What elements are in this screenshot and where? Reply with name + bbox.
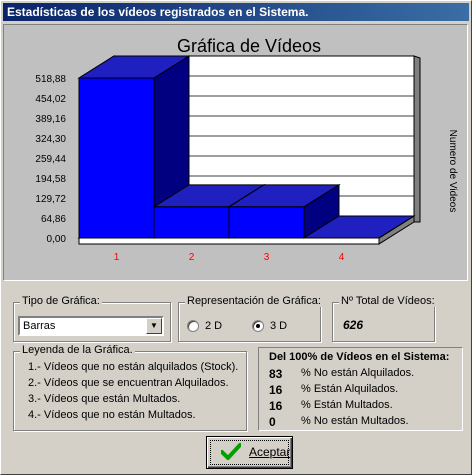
percent-value: 16 bbox=[269, 399, 283, 413]
accept-button[interactable]: Aceptar bbox=[206, 436, 293, 469]
y-tick-label: 518,88 bbox=[35, 74, 66, 85]
bar-front bbox=[78, 77, 155, 239]
y-tick-label: 454,02 bbox=[35, 94, 66, 105]
legend-group: Leyenda de la Gráfica. 1.- Vídeos que no… bbox=[13, 344, 247, 431]
bar-chart: Gráfica de Vídeos 518,88 454,02 389,16 324,3… bbox=[35, 36, 458, 263]
total-title: Nº Total de Vídeos: bbox=[339, 295, 437, 307]
representation-group: Representación de Gráfica: 2 D 3 D bbox=[178, 295, 323, 342]
percent-value: 83 bbox=[269, 367, 283, 381]
chart-title: Gráfica de Vídeos bbox=[177, 36, 321, 56]
y-tick-label: 259,44 bbox=[35, 154, 66, 165]
percent-label: % Están Multados. bbox=[301, 399, 393, 411]
chart-type-value: Barras bbox=[23, 320, 56, 332]
radio-3d[interactable]: 3 D bbox=[252, 320, 308, 334]
y-tick-label: 0,00 bbox=[47, 234, 67, 245]
chevron-down-icon[interactable]: ▼ bbox=[146, 318, 162, 334]
legend-item-4: 4.- Vídeos que no están Multados. bbox=[28, 409, 196, 421]
percentages-panel: Del 100% de Vídeos en el Sistema: 83 % N… bbox=[258, 347, 463, 431]
chart-floor-edge bbox=[78, 237, 380, 245]
chart-panel: Gráfica de Vídeos 518,88 454,02 389,16 324,3… bbox=[3, 24, 468, 281]
chart-type-group: Tipo de Gráfica: Barras ▼ bbox=[13, 295, 171, 342]
x-tick-label: 4 bbox=[339, 252, 345, 263]
x-tick-label: 1 bbox=[114, 252, 120, 263]
radio-2d[interactable]: 2 D bbox=[187, 320, 243, 334]
chart-type-title: Tipo de Gráfica: bbox=[20, 295, 102, 307]
y-axis-label: Numero de Videos bbox=[447, 130, 458, 213]
window-title: Estadísticas de los vídeos registrados e… bbox=[3, 3, 469, 21]
percent-label: % No están Multados. bbox=[301, 415, 409, 427]
accept-label-text: Aceptar bbox=[249, 445, 291, 459]
y-tick-label: 389,16 bbox=[35, 114, 66, 125]
x-tick-label: 3 bbox=[264, 252, 270, 263]
legend-title: Leyenda de la Gráfica. bbox=[20, 344, 135, 356]
percent-label: % No están Alquilados. bbox=[301, 367, 415, 379]
percent-value: 16 bbox=[269, 383, 283, 397]
representation-title: Representación de Gráfica: bbox=[185, 295, 323, 307]
chart-type-select[interactable]: Barras ▼ bbox=[18, 316, 164, 336]
legend-item-3: 3.- Vídeos que están Multados. bbox=[28, 393, 181, 405]
bar-front bbox=[153, 206, 230, 239]
radio-2d-dot[interactable] bbox=[187, 320, 199, 332]
radio-3d-label: 3 D bbox=[270, 320, 288, 332]
percentages-title: Del 100% de Vídeos en el Sistema: bbox=[269, 351, 450, 363]
chart-wall-edge bbox=[413, 55, 421, 223]
legend-item-1: 1.- Vídeos que no están alquilados (Stoc… bbox=[28, 361, 239, 373]
percent-label: % Están Alquilados. bbox=[301, 383, 399, 395]
radio-3d-dot[interactable] bbox=[252, 320, 264, 332]
main-window: Estadísticas de los vídeos registrados e… bbox=[0, 0, 472, 475]
accept-label: Aceptar bbox=[249, 445, 290, 459]
legend-item-2: 2.- Vídeos que se encuentran Alquilados. bbox=[28, 377, 229, 389]
total-group: Nº Total de Vídeos: 626 bbox=[332, 295, 437, 342]
check-icon bbox=[221, 443, 241, 460]
x-tick-label: 2 bbox=[189, 252, 195, 263]
y-tick-label: 324,30 bbox=[35, 134, 66, 145]
y-tick-label: 194,58 bbox=[35, 174, 66, 185]
bar-front bbox=[228, 206, 305, 239]
y-tick-label: 129,72 bbox=[35, 194, 66, 205]
percent-value: 0 bbox=[269, 415, 276, 429]
radio-2d-label: 2 D bbox=[205, 320, 223, 332]
total-value: 626 bbox=[343, 318, 364, 332]
y-tick-label: 64,86 bbox=[41, 214, 66, 225]
